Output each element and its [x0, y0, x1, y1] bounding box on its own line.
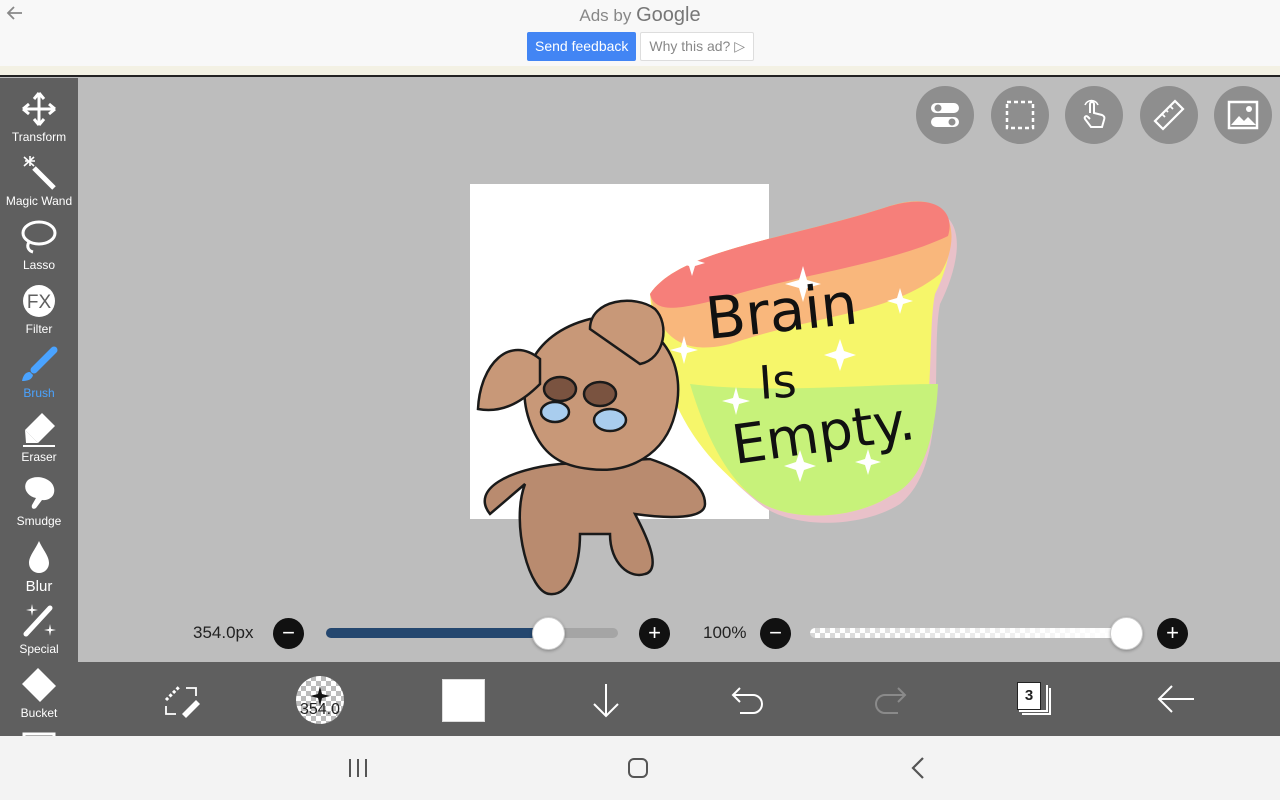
tool-special[interactable]: Special	[0, 596, 78, 660]
ads-by-google-label: Ads by Google	[579, 4, 701, 26]
ruler-icon	[1153, 99, 1185, 131]
brush-size-minus-button[interactable]: −	[273, 618, 304, 649]
toggle-panel-button[interactable]	[916, 86, 974, 144]
recent-apps-icon[interactable]	[347, 758, 369, 778]
color-picker-button[interactable]	[442, 679, 485, 722]
opacity-minus-button[interactable]: −	[760, 618, 791, 649]
undo-icon[interactable]	[730, 684, 766, 714]
system-nav-bar	[0, 736, 1280, 800]
redo-icon[interactable]	[872, 684, 908, 714]
why-this-ad-button[interactable]: Why this ad? ▷	[640, 32, 755, 61]
eraser-icon	[23, 413, 55, 447]
tool-magic-wand[interactable]: Magic Wand	[0, 148, 78, 212]
tool-transform[interactable]: Transform	[0, 84, 78, 148]
download-arrow-icon[interactable]	[590, 682, 622, 718]
opacity-knob[interactable]	[1110, 617, 1143, 650]
touch-button[interactable]	[1065, 86, 1123, 144]
smudge-icon	[25, 477, 55, 509]
art-text-is: Is	[757, 353, 798, 409]
brush-size-fill	[326, 628, 548, 638]
tool-sidebar: Transform Magic Wand Lasso FX Filter Bru…	[0, 78, 78, 736]
ad-strip	[0, 66, 1280, 75]
opacity-slider[interactable]	[810, 628, 1126, 638]
fx-icon: FX	[23, 285, 55, 317]
brush-size-value: 354.0px	[193, 623, 254, 642]
brush-icon	[22, 346, 58, 381]
tool-filter[interactable]: FX Filter	[0, 276, 78, 340]
bucket-icon	[22, 668, 56, 702]
tool-smudge[interactable]: Smudge	[0, 468, 78, 532]
send-feedback-button[interactable]: Send feedback	[527, 32, 637, 61]
special-icon	[23, 604, 56, 637]
tool-eraser[interactable]: Eraser	[0, 404, 78, 468]
selection-icon	[1005, 100, 1035, 130]
brush-size-knob[interactable]	[531, 617, 565, 650]
reference-image-button[interactable]	[1214, 86, 1272, 144]
touch-icon	[1083, 99, 1106, 128]
bottom-toolbar: 354.0 3	[78, 662, 1280, 736]
tool-brush[interactable]: Brush	[0, 340, 78, 404]
artwork: Brain Is Empty.	[476, 201, 957, 596]
brush-preview-button[interactable]: 354.0	[296, 676, 344, 724]
nav-back-icon[interactable]	[908, 756, 928, 780]
tool-text[interactable]	[0, 724, 78, 736]
back-arrow-icon[interactable]	[1156, 684, 1196, 714]
tool-lasso[interactable]: Lasso	[0, 212, 78, 276]
tool-blur[interactable]: Blur	[0, 532, 78, 596]
blur-icon	[29, 541, 49, 573]
opacity-value: 100%	[703, 623, 747, 642]
image-icon	[1227, 100, 1259, 130]
opacity-plus-button[interactable]: +	[1157, 618, 1188, 649]
brush-size-plus-button[interactable]: +	[639, 618, 670, 649]
magic-wand-icon	[23, 156, 56, 190]
brush-size-slider[interactable]	[326, 628, 618, 638]
selection-button[interactable]	[991, 86, 1049, 144]
toggle-icon	[931, 103, 959, 127]
lasso-icon	[21, 220, 57, 254]
tool-bucket[interactable]: Bucket	[0, 660, 78, 724]
info-play-icon: ▷	[734, 38, 746, 54]
layers-count[interactable]: 3	[1017, 682, 1041, 710]
ruler-button[interactable]	[1140, 86, 1198, 144]
transform-icon	[22, 92, 56, 126]
swap-tools-icon[interactable]	[162, 682, 200, 718]
ad-banner: Ads by Google Send feedback Why this ad?…	[0, 0, 1280, 77]
svg-text:FX: FX	[27, 292, 52, 313]
home-icon[interactable]	[627, 757, 649, 779]
